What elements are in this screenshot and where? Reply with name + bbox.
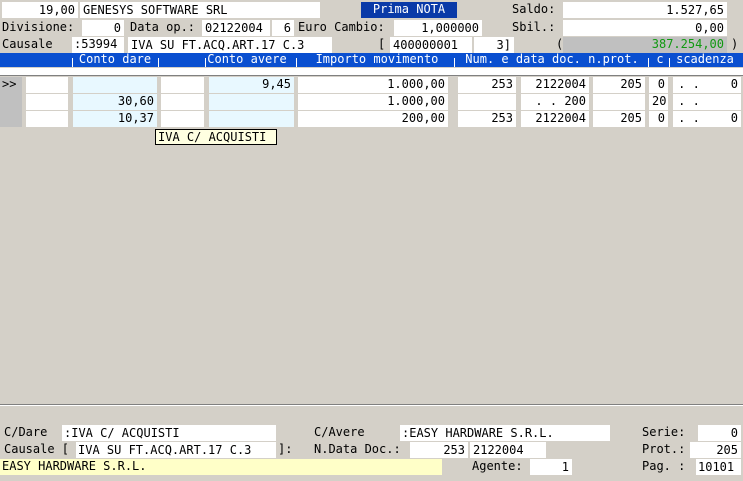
row-prot[interactable]: 205 xyxy=(593,77,645,93)
row-scad[interactable]: 0 xyxy=(705,77,741,93)
sbil-field[interactable]: 0,00 xyxy=(563,20,727,36)
col-importo-movimento[interactable]: Importo movimento xyxy=(300,53,454,67)
causale-code-field[interactable]: :53994 xyxy=(72,37,124,53)
company-field[interactable]: GENESYS SOFTWARE SRL xyxy=(80,2,320,18)
row-dare-code[interactable] xyxy=(26,94,68,110)
serie-field[interactable]: 0 xyxy=(698,425,741,441)
data-op-suffix[interactable]: 6 xyxy=(272,20,294,36)
euro-cambio-label: Euro Cambio: xyxy=(298,20,385,34)
cavere-field[interactable]: :EASY HARDWARE S.R.L. xyxy=(400,425,610,441)
column-divider xyxy=(296,58,297,67)
grid-spacer xyxy=(0,68,743,76)
row-avere-amount[interactable] xyxy=(209,111,294,127)
row-c[interactable]: 0 xyxy=(649,77,668,93)
amount-field[interactable]: 19,00 xyxy=(2,2,78,18)
row-scad-mark[interactable]: . . xyxy=(673,111,705,127)
row-dare-amount[interactable]: 30,60 xyxy=(73,94,157,110)
ndata-date-field[interactable]: 2122004 xyxy=(470,442,546,458)
row-data[interactable]: . . 200 xyxy=(521,94,589,110)
column-header-bar: Conto dare Conto avere Importo movimento… xyxy=(0,53,743,67)
row-importo[interactable]: 200,00 xyxy=(298,111,448,127)
causale-desc-field[interactable]: IVA SU FT.ACQ.ART.17 C.3 xyxy=(128,37,332,53)
data-op-field[interactable]: 02122004 xyxy=(202,20,270,36)
row-dare-amount[interactable]: 10,37 xyxy=(73,111,157,127)
causale-footer-label: Causale [ xyxy=(4,442,70,456)
row-c[interactable]: 20 xyxy=(649,94,668,110)
row-importo[interactable]: 1.000,00 xyxy=(298,94,448,110)
row-prot[interactable] xyxy=(593,94,645,110)
agente-label: Agente: xyxy=(472,459,523,473)
col-conto-avere[interactable]: Conto avere xyxy=(200,53,294,67)
grid-body: >> 9,45 1.000,00 253 2122004 205 0 . . 0… xyxy=(0,77,743,127)
prima-nota-badge: Prima NOTA xyxy=(361,2,457,18)
cdare-field[interactable]: :IVA C/ ACQUISTI xyxy=(62,425,276,441)
paren-close: ) xyxy=(731,37,739,51)
row-num[interactable] xyxy=(458,94,516,110)
euro-cambio-field[interactable]: 1,000000 xyxy=(394,20,482,36)
col-num-data-doc[interactable]: Num. e data doc. n.prot. xyxy=(456,53,648,67)
row-data[interactable]: 2122004 xyxy=(521,77,589,93)
col-conto-dare[interactable]: Conto dare xyxy=(72,53,158,67)
row-scad[interactable]: 0 xyxy=(705,111,741,127)
col-scadenza[interactable]: scadenza xyxy=(670,53,740,67)
row-dare-code[interactable] xyxy=(26,77,68,93)
bracket-open: [ xyxy=(378,37,386,51)
row-avere-code[interactable] xyxy=(161,94,204,110)
causale-label: Causale xyxy=(2,37,53,51)
cavere-label: C/Avere xyxy=(314,425,365,439)
prot-field[interactable]: 205 xyxy=(690,442,741,458)
divisione-label: Divisione: xyxy=(2,20,75,34)
prot-label: Prot.: xyxy=(642,442,686,456)
pag-label: Pag. : xyxy=(642,459,686,473)
supplier-field[interactable]: EASY HARDWARE S.R.L. xyxy=(0,459,442,475)
agente-field[interactable]: 1 xyxy=(530,459,572,475)
row-avere-amount[interactable] xyxy=(209,94,294,110)
row-importo[interactable]: 1.000,00 xyxy=(298,77,448,93)
conto-tooltip: IVA C/ ACQUISTI xyxy=(155,129,277,145)
row-marker xyxy=(0,111,22,127)
col-c[interactable]: c xyxy=(652,53,668,67)
causale-footer-field[interactable]: IVA SU FT.ACQ.ART.17 C.3 xyxy=(76,442,276,458)
cdare-label: C/Dare xyxy=(4,425,48,439)
causale-footer-close: ]: xyxy=(278,442,293,456)
row-data[interactable]: 2122004 xyxy=(521,111,589,127)
ndata-label: N.Data Doc.: xyxy=(314,442,401,456)
row-marker: >> xyxy=(2,77,17,91)
sbil-label: Sbil.: xyxy=(512,20,556,34)
footer-divider xyxy=(0,404,743,406)
data-op-label: Data op.: xyxy=(130,20,196,34)
ndata-num-field[interactable]: 253 xyxy=(410,442,468,458)
saldo-label: Saldo: xyxy=(512,2,556,16)
column-divider xyxy=(158,58,159,67)
row-num[interactable]: 253 xyxy=(458,77,516,93)
row-avere-amount[interactable]: 9,45 xyxy=(209,77,294,93)
row-marker xyxy=(0,94,22,110)
total-field: 387.254,00 xyxy=(563,37,727,53)
row-dare-amount[interactable] xyxy=(73,77,157,93)
conto-code-field[interactable]: 400000001 xyxy=(390,37,472,53)
row-c[interactable]: 0 xyxy=(649,111,668,127)
saldo-field[interactable]: 1.527,65 xyxy=(563,2,727,18)
pag-field[interactable]: 10101 xyxy=(696,459,741,475)
row-avere-code[interactable] xyxy=(161,77,204,93)
column-divider xyxy=(454,58,455,67)
row-num[interactable]: 253 xyxy=(458,111,516,127)
row-prot[interactable]: 205 xyxy=(593,111,645,127)
row-scad[interactable] xyxy=(705,94,741,110)
row-avere-code[interactable] xyxy=(161,111,204,127)
divisione-field[interactable]: 0 xyxy=(82,20,124,36)
row-dare-code[interactable] xyxy=(26,111,68,127)
serie-label: Serie: xyxy=(642,425,686,439)
column-divider xyxy=(648,58,649,67)
row-scad-mark[interactable]: . . xyxy=(673,77,705,93)
row-scad-mark[interactable]: . . xyxy=(673,94,705,110)
conto-suffix-field[interactable]: 3] xyxy=(474,37,514,53)
